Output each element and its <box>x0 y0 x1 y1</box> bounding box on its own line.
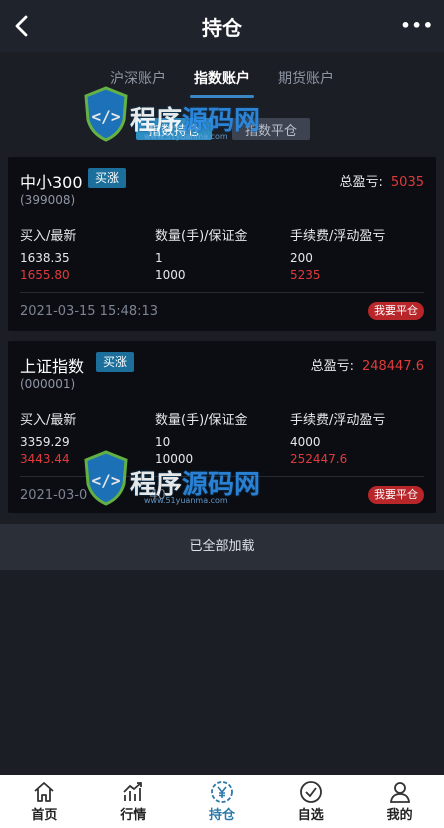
fee-value: 4000 <box>290 435 321 449</box>
total-pl-value: 248447.6 <box>361 359 424 374</box>
total-pl-label: 总盈亏: <box>339 175 383 190</box>
tab-index-account[interactable]: 指数账户 <box>190 58 254 98</box>
nav-watchlist-label: 自选 <box>297 808 324 823</box>
chart-icon <box>123 782 143 801</box>
open-time: 2021-03-15 15:48:13 <box>20 304 159 319</box>
check-circle-icon <box>299 781 322 803</box>
margin-value: 10000 <box>155 452 194 466</box>
total-pl-value: 5035 <box>390 175 424 190</box>
total-pl-label: 总盈亏: <box>310 359 354 374</box>
total-pl: 总盈亏: 5035 <box>340 171 424 190</box>
index-closed-tab[interactable]: 指数平仓 <box>232 118 310 140</box>
floating-pl-value: 252447.6 <box>290 452 348 466</box>
tab-shanghai-shenzhen-account[interactable]: 沪深账户 <box>110 58 166 98</box>
buy-latest-header: 买入/最新 <box>20 229 77 244</box>
nav-market-label: 行情 <box>120 808 147 823</box>
close-position-button[interactable]: 我要平仓 <box>368 302 424 320</box>
buy-latest-header: 买入/最新 <box>20 413 77 428</box>
yen-coin-icon <box>211 781 233 803</box>
bottom-nav: 首页 行情 持仓 自选 我的 <box>0 775 444 828</box>
account-tabs: 沪深账户 指数账户 期货账户 <box>0 58 444 98</box>
position-subtabs: 指数持仓 指数平仓 <box>0 118 444 142</box>
open-time-head: 2021-03-0 <box>20 488 88 503</box>
latest-price: 3443.44 <box>20 452 70 466</box>
all-loaded-text: 已全部加载 <box>0 524 444 570</box>
nav-profile[interactable]: 我的 <box>355 775 444 828</box>
margin-value: 1000 <box>155 268 186 282</box>
lots-margin-header: 数量(手)/保证金 <box>155 413 248 428</box>
instrument-name: 中小300 <box>20 173 83 192</box>
user-icon <box>389 782 410 803</box>
latest-price: 1655.80 <box>20 268 70 282</box>
direction-badge: 买涨 <box>96 352 135 372</box>
open-time: 2021-03-0 40 <box>20 488 166 503</box>
nav-watchlist[interactable]: 自选 <box>266 775 355 828</box>
open-time-tail: 40 <box>149 488 166 503</box>
nav-home-label: 首页 <box>31 808 58 823</box>
instrument-code: (000001) <box>20 377 76 391</box>
tab-futures-account[interactable]: 期货账户 <box>278 58 334 98</box>
instrument-code: (399008) <box>20 193 76 207</box>
page-title: 持仓 <box>202 16 242 40</box>
more-menu-button[interactable]: ••• <box>400 16 434 35</box>
top-bar: 持仓 ••• <box>0 0 444 52</box>
lots-value: 1 <box>155 251 163 265</box>
fee-floating-header: 手续费/浮动盈亏 <box>290 229 386 244</box>
fee-floating-header: 手续费/浮动盈亏 <box>290 413 386 428</box>
floating-pl-value: 5235 <box>290 268 321 282</box>
lots-value: 10 <box>155 435 171 449</box>
divider <box>20 292 424 293</box>
nav-profile-label: 我的 <box>386 808 413 823</box>
instrument-name: 上证指数 <box>20 357 85 376</box>
nav-positions-label: 持仓 <box>208 808 235 823</box>
position-card: 上证指数 买涨 (000001) 总盈亏: 248447.6 买入/最新 数量(手… <box>8 341 436 513</box>
lots-margin-header: 数量(手)/保证金 <box>155 229 248 244</box>
divider <box>20 476 424 477</box>
index-positions-tab[interactable]: 指数持仓 <box>136 118 212 140</box>
total-pl: 总盈亏: 248447.6 <box>311 355 424 374</box>
fee-value: 200 <box>290 251 313 265</box>
position-card: 中小300 买涨 (399008) 总盈亏: 5035 买入/最新 数量(手)/保… <box>8 157 436 331</box>
buy-price: 3359.29 <box>20 435 70 449</box>
direction-badge: 买涨 <box>88 168 127 188</box>
home-icon <box>34 782 54 802</box>
nav-home[interactable]: 首页 <box>0 775 89 828</box>
close-position-button[interactable]: 我要平仓 <box>368 486 424 504</box>
buy-price: 1638.35 <box>20 251 70 265</box>
nav-market[interactable]: 行情 <box>89 775 178 828</box>
nav-positions[interactable]: 持仓 <box>178 775 267 828</box>
